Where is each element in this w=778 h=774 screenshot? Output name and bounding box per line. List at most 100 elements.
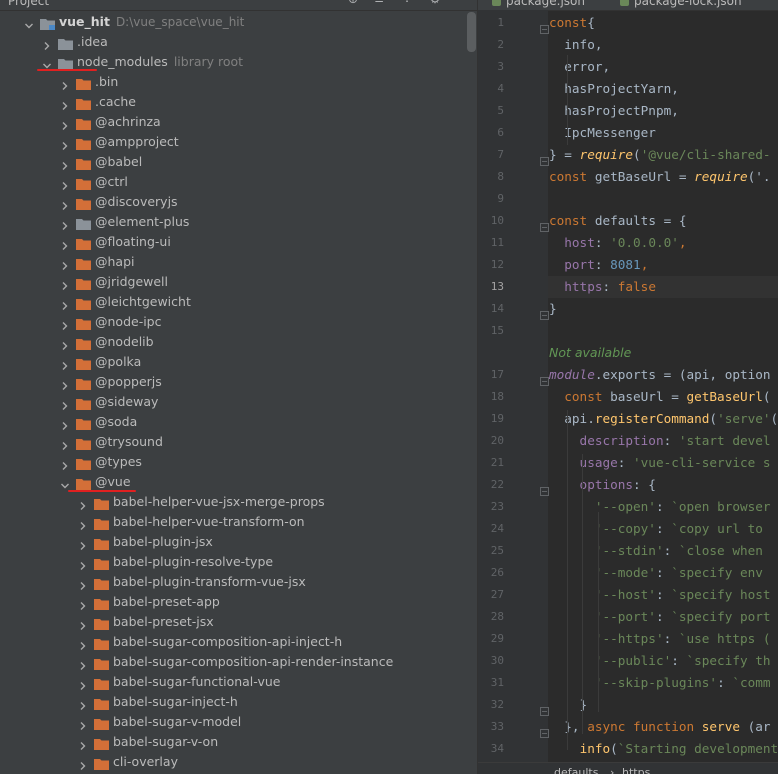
fold-marker-icon[interactable] [540,151,549,166]
fold-marker-icon[interactable] [540,305,549,320]
fold-marker-icon[interactable] [540,481,549,496]
code-editor[interactable]: package.json package-lock.json 123456789… [478,0,778,774]
tree-row[interactable]: @discoveryjs [0,192,470,212]
chevron-down-icon[interactable] [60,477,70,489]
code-line[interactable]: const{ [549,12,595,34]
chevron-right-icon[interactable] [78,577,88,590]
code-line[interactable]: info(`Starting development [549,738,778,760]
tree-row[interactable]: @nodelib [0,332,470,352]
chevron-right-icon[interactable] [60,317,70,330]
collapse-all-icon[interactable]: ≡ [372,0,386,6]
chevron-right-icon[interactable] [78,537,88,550]
chevron-right-icon[interactable] [60,277,70,290]
tree-row[interactable]: babel-preset-jsx [0,612,470,632]
tree-row[interactable]: babel-sugar-v-on [0,732,470,752]
tree-row[interactable]: .idea [0,32,470,52]
tree-row[interactable]: babel-plugin-resolve-type [0,552,470,572]
code-line[interactable]: options: { [549,474,656,496]
tree-row[interactable]: @types [0,452,470,472]
tree-row[interactable]: babel-sugar-functional-vue [0,672,470,692]
chevron-right-icon[interactable] [60,377,70,390]
fold-marker-icon[interactable] [540,217,549,232]
chevron-right-icon[interactable] [78,717,88,730]
breadcrumb-https[interactable]: https [622,766,650,774]
tree-row[interactable]: vue_hit D:\vue_space\vue_hit [0,12,470,32]
fold-marker-icon[interactable] [540,371,549,386]
chevron-right-icon[interactable] [78,677,88,690]
tree-row[interactable]: babel-preset-app [0,592,470,612]
tree-row[interactable]: @ctrl [0,172,470,192]
tree-row[interactable]: babel-helper-vue-jsx-merge-props [0,492,470,512]
chevron-right-icon[interactable] [60,237,70,250]
chevron-right-icon[interactable] [78,657,88,670]
code-line[interactable]: const baseUrl = getBaseUrl( [549,386,770,408]
chevron-right-icon[interactable] [60,337,70,350]
chevron-right-icon[interactable] [60,257,70,270]
code-line[interactable]: host: '0.0.0.0', [549,232,686,254]
code-line[interactable]: description: 'start devel [549,430,771,452]
chevron-right-icon[interactable] [60,297,70,310]
locate-icon[interactable]: ⊕ [346,0,360,6]
chevron-right-icon[interactable] [42,37,52,50]
fold-marker-icon[interactable] [540,19,549,34]
tree-row[interactable]: @jridgewell [0,272,470,292]
chevron-right-icon[interactable] [60,137,70,150]
tree-row[interactable]: babel-plugin-jsx [0,532,470,552]
code-line[interactable]: const getBaseUrl = require('. [549,166,771,188]
tree-row[interactable]: babel-sugar-composition-api-inject-h [0,632,470,652]
code-line[interactable]: hasProjectPnpm, [549,100,679,122]
tree-row[interactable]: .cache [0,92,470,112]
code-line[interactable]: IpcMessenger [549,122,656,144]
code-line[interactable]: api.registerCommand('serve'( [549,408,778,430]
expand-all-icon[interactable]: ÷ [400,0,414,6]
breadcrumb-defaults[interactable]: defaults [554,766,598,774]
tree-row[interactable]: @sideway [0,392,470,412]
tree-row[interactable]: @leichtgewicht [0,292,470,312]
code-line[interactable]: port: 8081, [549,254,648,276]
tree-row[interactable]: @polka [0,352,470,372]
tree-row[interactable]: cli-overlay [0,752,470,772]
chevron-right-icon[interactable] [60,197,70,210]
tree-row[interactable]: @achrinza [0,112,470,132]
tree-row[interactable]: @trysound [0,432,470,452]
chevron-right-icon[interactable] [60,77,70,90]
tree-row[interactable]: @babel [0,152,470,172]
code-line[interactable]: } = require('@vue/cli-shared- [549,144,771,166]
tree-row[interactable]: .bin [0,72,470,92]
tree-row[interactable]: babel-sugar-v-model [0,712,470,732]
chevron-right-icon[interactable] [78,497,88,510]
chevron-right-icon[interactable] [78,557,88,570]
tree-row[interactable]: @floating-ui [0,232,470,252]
chevron-right-icon[interactable] [60,177,70,190]
code-line[interactable]: info, [549,34,602,56]
code-line[interactable]: https: false [549,276,656,298]
chevron-right-icon[interactable] [60,97,70,110]
tab-package-json[interactable]: package.json [506,0,585,8]
tree-row[interactable]: @node-ipc [0,312,470,332]
chevron-right-icon[interactable] [78,697,88,710]
tree-row[interactable]: @element-plus [0,212,470,232]
chevron-down-icon[interactable] [42,57,52,69]
chevron-right-icon[interactable] [78,737,88,750]
chevron-right-icon[interactable] [78,637,88,650]
code-line[interactable]: hasProjectYarn, [549,78,679,100]
tree-row[interactable]: @soda [0,412,470,432]
chevron-right-icon[interactable] [60,357,70,370]
tree-row[interactable]: babel-sugar-composition-api-render-insta… [0,652,470,672]
chevron-right-icon[interactable] [78,517,88,530]
tree-row[interactable]: babel-helper-vue-transform-on [0,512,470,532]
chevron-right-icon[interactable] [60,117,70,130]
tree-row[interactable]: babel-plugin-transform-vue-jsx [0,572,470,592]
chevron-right-icon[interactable] [60,217,70,230]
chevron-right-icon[interactable] [78,757,88,770]
chevron-right-icon[interactable] [60,417,70,430]
tree-row[interactable]: babel-sugar-inject-h [0,692,470,712]
chevron-right-icon[interactable] [78,617,88,630]
tree-row[interactable]: @ampproject [0,132,470,152]
code-line[interactable]: module.exports = (api, option [549,364,771,386]
project-panel-title[interactable]: Project [8,0,49,8]
chevron-right-icon[interactable] [60,397,70,410]
chevron-right-icon[interactable] [78,597,88,610]
fold-marker-icon[interactable] [540,701,549,716]
chevron-right-icon[interactable] [60,457,70,470]
